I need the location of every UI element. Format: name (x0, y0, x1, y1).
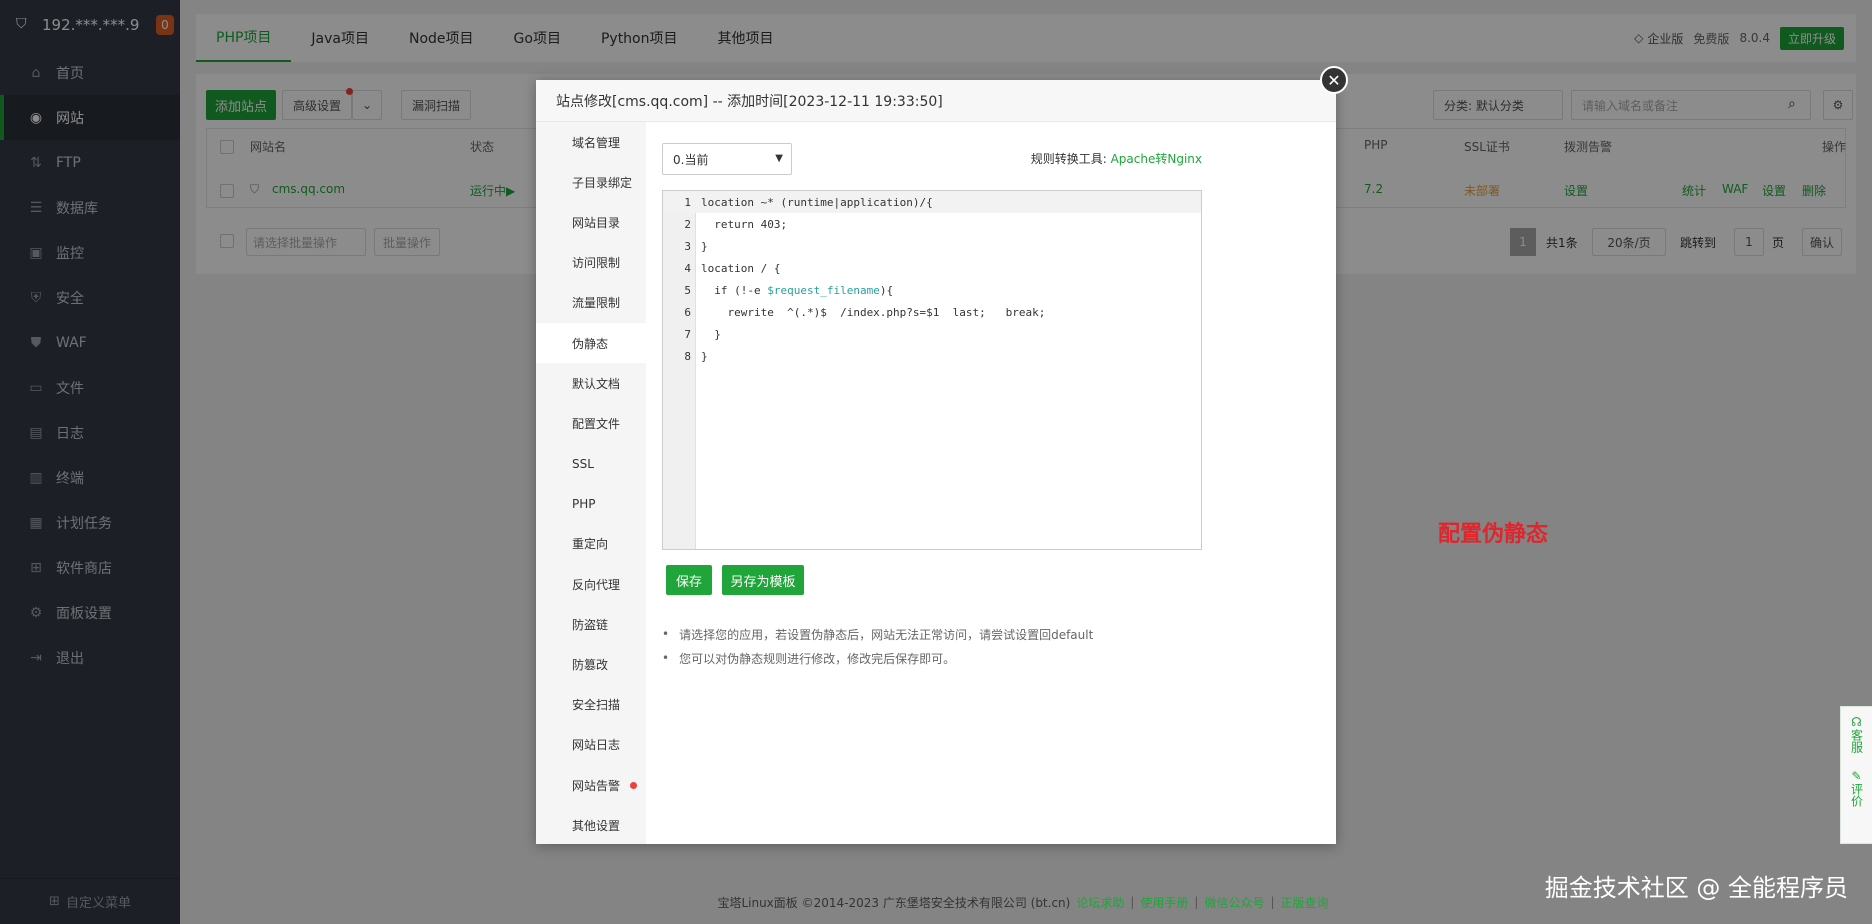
side-item-site-alert[interactable]: 网站告警 (536, 765, 646, 805)
modal-sidebar: 域名管理 子目录绑定 网站目录 访问限制 流量限制 伪静态 默认文档 配置文件 … (536, 122, 646, 844)
rewrite-template-select[interactable]: 0.当前 ▼ (662, 143, 792, 175)
separator: | (1194, 895, 1199, 909)
watermark: 掘金技术社区 @ 全能程序员 (1544, 874, 1848, 902)
code-text: location ~* (runtime|application)/{ (701, 195, 933, 209)
side-item-rewrite[interactable]: 伪静态 (536, 322, 646, 364)
code-line[interactable]: 6 rewrite ^(.*)$ /index.php?s=$1 last; b… (663, 301, 1201, 323)
headset-icon: ☊ (1851, 715, 1862, 729)
side-item-label: 网站告警 (572, 778, 621, 793)
wechat-link[interactable]: 微信公众号 (1204, 894, 1264, 911)
side-item-reverse-proxy[interactable]: 反向代理 (536, 564, 646, 604)
line-number: 7 (684, 327, 691, 341)
line-number: 3 (684, 239, 691, 253)
save-button[interactable]: 保存 (666, 565, 712, 595)
side-item-hotlink[interactable]: 防盗链 (536, 604, 646, 644)
code-text: } (701, 349, 708, 363)
select-value: 0.当前 (673, 152, 709, 167)
code-fragment: ){ (879, 283, 894, 297)
edit-icon: ✎ (1851, 769, 1862, 783)
side-item-access-limit[interactable]: 访问限制 (536, 243, 646, 283)
line-number: 5 (684, 283, 691, 297)
side-item-site-dir[interactable]: 网站目录 (536, 202, 646, 242)
code-fragment: if (!-e (701, 283, 768, 297)
side-item-site-log[interactable]: 网站日志 (536, 725, 646, 765)
side-item-tamper[interactable]: 防篡改 (536, 644, 646, 684)
site-edit-modal: 站点修改[cms.qq.com] -- 添加时间[2023-12-11 19:3… (536, 80, 1336, 844)
code-text: location / { (701, 261, 781, 275)
code-line[interactable]: 3} (663, 235, 1201, 257)
code-line[interactable]: 4 location / { (663, 257, 1201, 279)
save-as-template-button[interactable]: 另存为模板 (722, 565, 804, 595)
code-line[interactable]: 5 if (!-e $request_filename){ (663, 279, 1201, 301)
modal-title: 站点修改[cms.qq.com] -- 添加时间[2023-12-11 19:3… (536, 80, 1336, 122)
customer-service-button[interactable]: ☊ 客服 (1850, 715, 1864, 753)
support-widget: ☊ 客服 ✎ 评价 (1840, 706, 1872, 844)
tips-list: 请选择您的应用，若设置伪静态后，网站无法正常访问，请尝试设置回default 您… (662, 622, 1093, 670)
tip-item: 您可以对伪静态规则进行修改，修改完后保存即可。 (662, 646, 1093, 670)
convert-label: 规则转换工具: (1030, 152, 1107, 166)
chevron-down-icon: ▼ (775, 153, 783, 164)
tip-item: 请选择您的应用，若设置伪静态后，网站无法正常访问，请尝试设置回default (662, 622, 1093, 646)
review-button[interactable]: ✎ 评价 (1850, 769, 1864, 807)
code-line[interactable]: 8} (663, 345, 1201, 367)
code-text: rewrite ^(.*)$ /index.php?s=$1 last; bre… (701, 305, 1046, 319)
separator: | (1270, 895, 1275, 909)
modal-body: 0.当前 ▼ 规则转换工具: Apache转Nginx 1 location ~*… (646, 122, 1336, 844)
side-item-redirect[interactable]: 重定向 (536, 524, 646, 564)
side-item-php[interactable]: PHP (536, 484, 646, 524)
side-item-other[interactable]: 其他设置 (536, 805, 646, 845)
alert-dot (630, 781, 638, 789)
rewrite-code-editor[interactable]: 1 location ~* (runtime|application)/{ 2 r… (662, 190, 1202, 550)
code-text: } (701, 239, 708, 253)
side-item-config-file[interactable]: 配置文件 (536, 403, 646, 443)
convert-tool: 规则转换工具: Apache转Nginx (1031, 150, 1202, 167)
forum-link[interactable]: 论坛求助 (1076, 894, 1124, 911)
code-line[interactable]: 2 return 403; (663, 213, 1201, 235)
customer-service-label: 客服 (1849, 729, 1864, 753)
side-item-traffic-limit[interactable]: 流量限制 (536, 283, 646, 323)
license-link[interactable]: 正版查询 (1281, 894, 1329, 911)
apache-to-nginx-link[interactable]: Apache转Nginx (1111, 152, 1202, 166)
separator: | (1130, 895, 1135, 909)
annotation-label: 配置伪静态 (1438, 521, 1549, 547)
line-number: 2 (684, 217, 691, 231)
code-line[interactable]: 1 location ~* (runtime|application)/{ (663, 191, 1201, 213)
code-text: if (!-e $request_filename){ (701, 284, 893, 297)
code-text: return 403; (701, 217, 788, 231)
side-item-domain[interactable]: 域名管理 (536, 122, 646, 162)
line-number: 1 (684, 195, 691, 209)
close-icon[interactable]: ✕ (1320, 66, 1348, 94)
code-text: } (701, 327, 721, 341)
line-number: 6 (684, 305, 691, 319)
side-item-subdir[interactable]: 子目录绑定 (536, 162, 646, 202)
side-item-ssl[interactable]: SSL (536, 444, 646, 484)
manual-link[interactable]: 使用手册 (1140, 894, 1188, 911)
line-number: 8 (684, 349, 691, 363)
side-item-default-doc[interactable]: 默认文档 (536, 363, 646, 403)
line-number: 4 (684, 261, 691, 275)
code-variable: $request_filename (767, 283, 880, 297)
review-label: 评价 (1849, 783, 1864, 807)
copyright: 宝塔Linux面板 ©2014-2023 广东堡塔安全技术有限公司 (bt.cn… (717, 895, 1071, 910)
side-item-security-scan[interactable]: 安全扫描 (536, 685, 646, 725)
code-line[interactable]: 7 } (663, 323, 1201, 345)
